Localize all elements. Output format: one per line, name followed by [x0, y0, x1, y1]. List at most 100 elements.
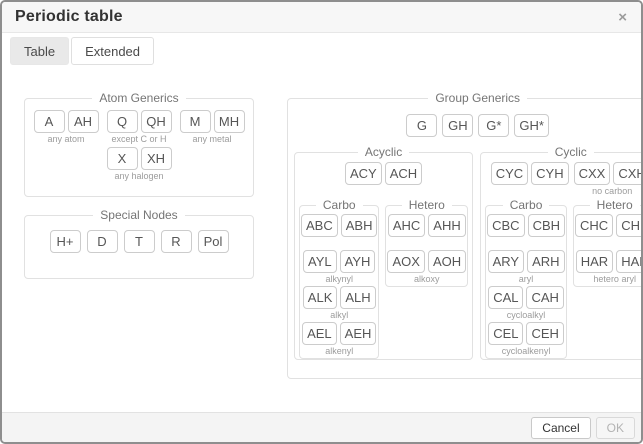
special-nodes-row: H+ D T R Pol — [25, 230, 253, 253]
btn-chh[interactable]: CHH — [616, 214, 643, 237]
cyclic-hetero-fieldset: Hetero CHC CHH HAR HAH — [573, 199, 643, 287]
periodic-table-dialog: Periodic table × Table Extended Atom Gen… — [0, 0, 643, 444]
pair-caption: alkyl — [330, 309, 348, 322]
btn-cbc[interactable]: CBC — [487, 214, 524, 237]
btn-chc[interactable]: CHC — [575, 214, 613, 237]
btn-cah[interactable]: CAH — [526, 286, 563, 309]
pair-any-metal: M MH any metal — [180, 110, 245, 146]
btn-g[interactable]: G — [406, 114, 437, 137]
group-generics-row: G GH G* GH* — [294, 114, 643, 137]
btn-cel[interactable]: CEL — [488, 322, 523, 345]
btn-d[interactable]: D — [87, 230, 118, 253]
pair-caption: alkoxy — [414, 273, 440, 286]
button-pair-cell: AOX AOH alkoxy — [387, 250, 466, 286]
pair-acy-ach: ACY ACH — [345, 162, 422, 198]
btn-ceh[interactable]: CEH — [526, 322, 563, 345]
btn-ah[interactable]: AH — [68, 110, 99, 133]
btn-gh[interactable]: GH — [442, 114, 473, 137]
btn-cal[interactable]: CAL — [488, 286, 523, 309]
dialog-header: Periodic table × — [2, 2, 641, 33]
button-pair-cell: HAR HAH hetero aryl — [575, 250, 643, 286]
btn-abh[interactable]: ABH — [341, 214, 378, 237]
button-pair-cell: CBC CBH — [487, 214, 565, 250]
cyclic-top-row: CYC CYH CXX CXH no carbon — [481, 162, 643, 198]
btn-h-plus[interactable]: H+ — [50, 230, 81, 253]
dialog-title: Periodic table — [15, 8, 123, 26]
pair-caption: cycloalkyl — [507, 309, 546, 322]
btn-ach[interactable]: ACH — [385, 162, 422, 185]
btn-cbh[interactable]: CBH — [528, 214, 565, 237]
btn-ayl[interactable]: AYL — [303, 250, 337, 273]
pair-caption: no carbon — [592, 185, 632, 198]
btn-cyh[interactable]: CYH — [531, 162, 568, 185]
btn-g-star[interactable]: G* — [478, 114, 509, 137]
btn-alk[interactable]: ALK — [303, 286, 338, 309]
cyclic-legend: Cyclic — [548, 146, 594, 159]
acyclic-carbo-legend: Carbo — [316, 199, 363, 212]
acyclic-legend: Acyclic — [358, 146, 409, 159]
atom-generics-row-2: X XH any halogen — [25, 147, 253, 183]
pair-except-c-or-h: Q QH except C or H — [107, 110, 172, 146]
pair-caption: alkenyl — [325, 345, 353, 358]
ok-button[interactable]: OK — [596, 417, 635, 439]
group-generics-legend: Group Generics — [428, 92, 527, 105]
btn-r[interactable]: R — [161, 230, 192, 253]
cancel-button[interactable]: Cancel — [531, 417, 590, 439]
pair-cyc-cyh: CYC CYH — [491, 162, 569, 198]
btn-cxh[interactable]: CXH — [613, 162, 643, 185]
tab-bar: Table Extended — [10, 37, 154, 65]
button-pair-cell: AEL AEH alkenyl — [301, 322, 377, 358]
cyclic-carbo-legend: Carbo — [503, 199, 550, 212]
pair-caption: any metal — [192, 133, 231, 146]
btn-t[interactable]: T — [124, 230, 155, 253]
button-pair-cell: ALK ALH alkyl — [301, 286, 377, 322]
button-pair-cell: AYL AYH alkynyl — [301, 250, 377, 286]
button-pair-cell: CAL CAH cycloalkyl — [487, 286, 565, 322]
btn-q[interactable]: Q — [107, 110, 138, 133]
btn-arh[interactable]: ARH — [527, 250, 564, 273]
btn-aox[interactable]: AOX — [387, 250, 424, 273]
btn-ahh[interactable]: AHH — [428, 214, 465, 237]
tab-table[interactable]: Table — [10, 37, 69, 65]
atom-generics-row-1: A AH any atom Q QH except C or H M MH an… — [25, 110, 253, 146]
btn-ael[interactable]: AEL — [302, 322, 337, 345]
acyclic-subfieldsets: Carbo ABC ABH AYL AYH — [299, 199, 468, 359]
cyclic-fieldset: Cyclic CYC CYH CXX CXH no — [480, 146, 643, 360]
btn-ary[interactable]: ARY — [488, 250, 525, 273]
atom-generics-legend: Atom Generics — [92, 92, 185, 105]
btn-aoh[interactable]: AOH — [428, 250, 466, 273]
cyclic-hetero-legend: Hetero — [590, 199, 640, 212]
button-pair-cell: ARY ARH aryl — [487, 250, 565, 286]
pair-caption: except C or H — [111, 133, 166, 146]
pair-any-atom: A AH any atom — [34, 110, 99, 146]
btn-alh[interactable]: ALH — [340, 286, 375, 309]
btn-cxx[interactable]: CXX — [574, 162, 611, 185]
btn-x[interactable]: X — [107, 147, 138, 170]
btn-pol[interactable]: Pol — [198, 230, 229, 253]
btn-har[interactable]: HAR — [576, 250, 613, 273]
pair-caption: any atom — [47, 133, 84, 146]
btn-ahc[interactable]: AHC — [388, 214, 425, 237]
btn-xh[interactable]: XH — [141, 147, 172, 170]
btn-gh-star[interactable]: GH* — [514, 114, 549, 137]
acyclic-fieldset: Acyclic ACY ACH Carbo — [294, 146, 473, 360]
btn-cyc[interactable]: CYC — [491, 162, 528, 185]
pair-cxx-cxh: CXX CXH no carbon — [574, 162, 643, 198]
acyclic-hetero-fieldset: Hetero AHC AHH AOX AOH — [385, 199, 468, 287]
btn-acy[interactable]: ACY — [345, 162, 382, 185]
btn-m[interactable]: M — [180, 110, 211, 133]
button-pair-cell: ABC ABH — [301, 214, 377, 250]
pair-caption: any halogen — [114, 170, 163, 183]
btn-a[interactable]: A — [34, 110, 65, 133]
btn-abc[interactable]: ABC — [301, 214, 338, 237]
pair-caption: hetero aryl — [593, 273, 636, 286]
btn-hah[interactable]: HAH — [616, 250, 643, 273]
close-icon[interactable]: × — [617, 10, 628, 25]
btn-mh[interactable]: MH — [214, 110, 245, 133]
cyclic-subfieldsets: Carbo CBC CBH ARY ARH — [485, 199, 643, 359]
tab-extended[interactable]: Extended — [71, 37, 154, 65]
btn-aeh[interactable]: AEH — [340, 322, 377, 345]
btn-ayh[interactable]: AYH — [340, 250, 376, 273]
acyclic-carbo-fieldset: Carbo ABC ABH AYL AYH — [299, 199, 379, 359]
btn-qh[interactable]: QH — [141, 110, 172, 133]
